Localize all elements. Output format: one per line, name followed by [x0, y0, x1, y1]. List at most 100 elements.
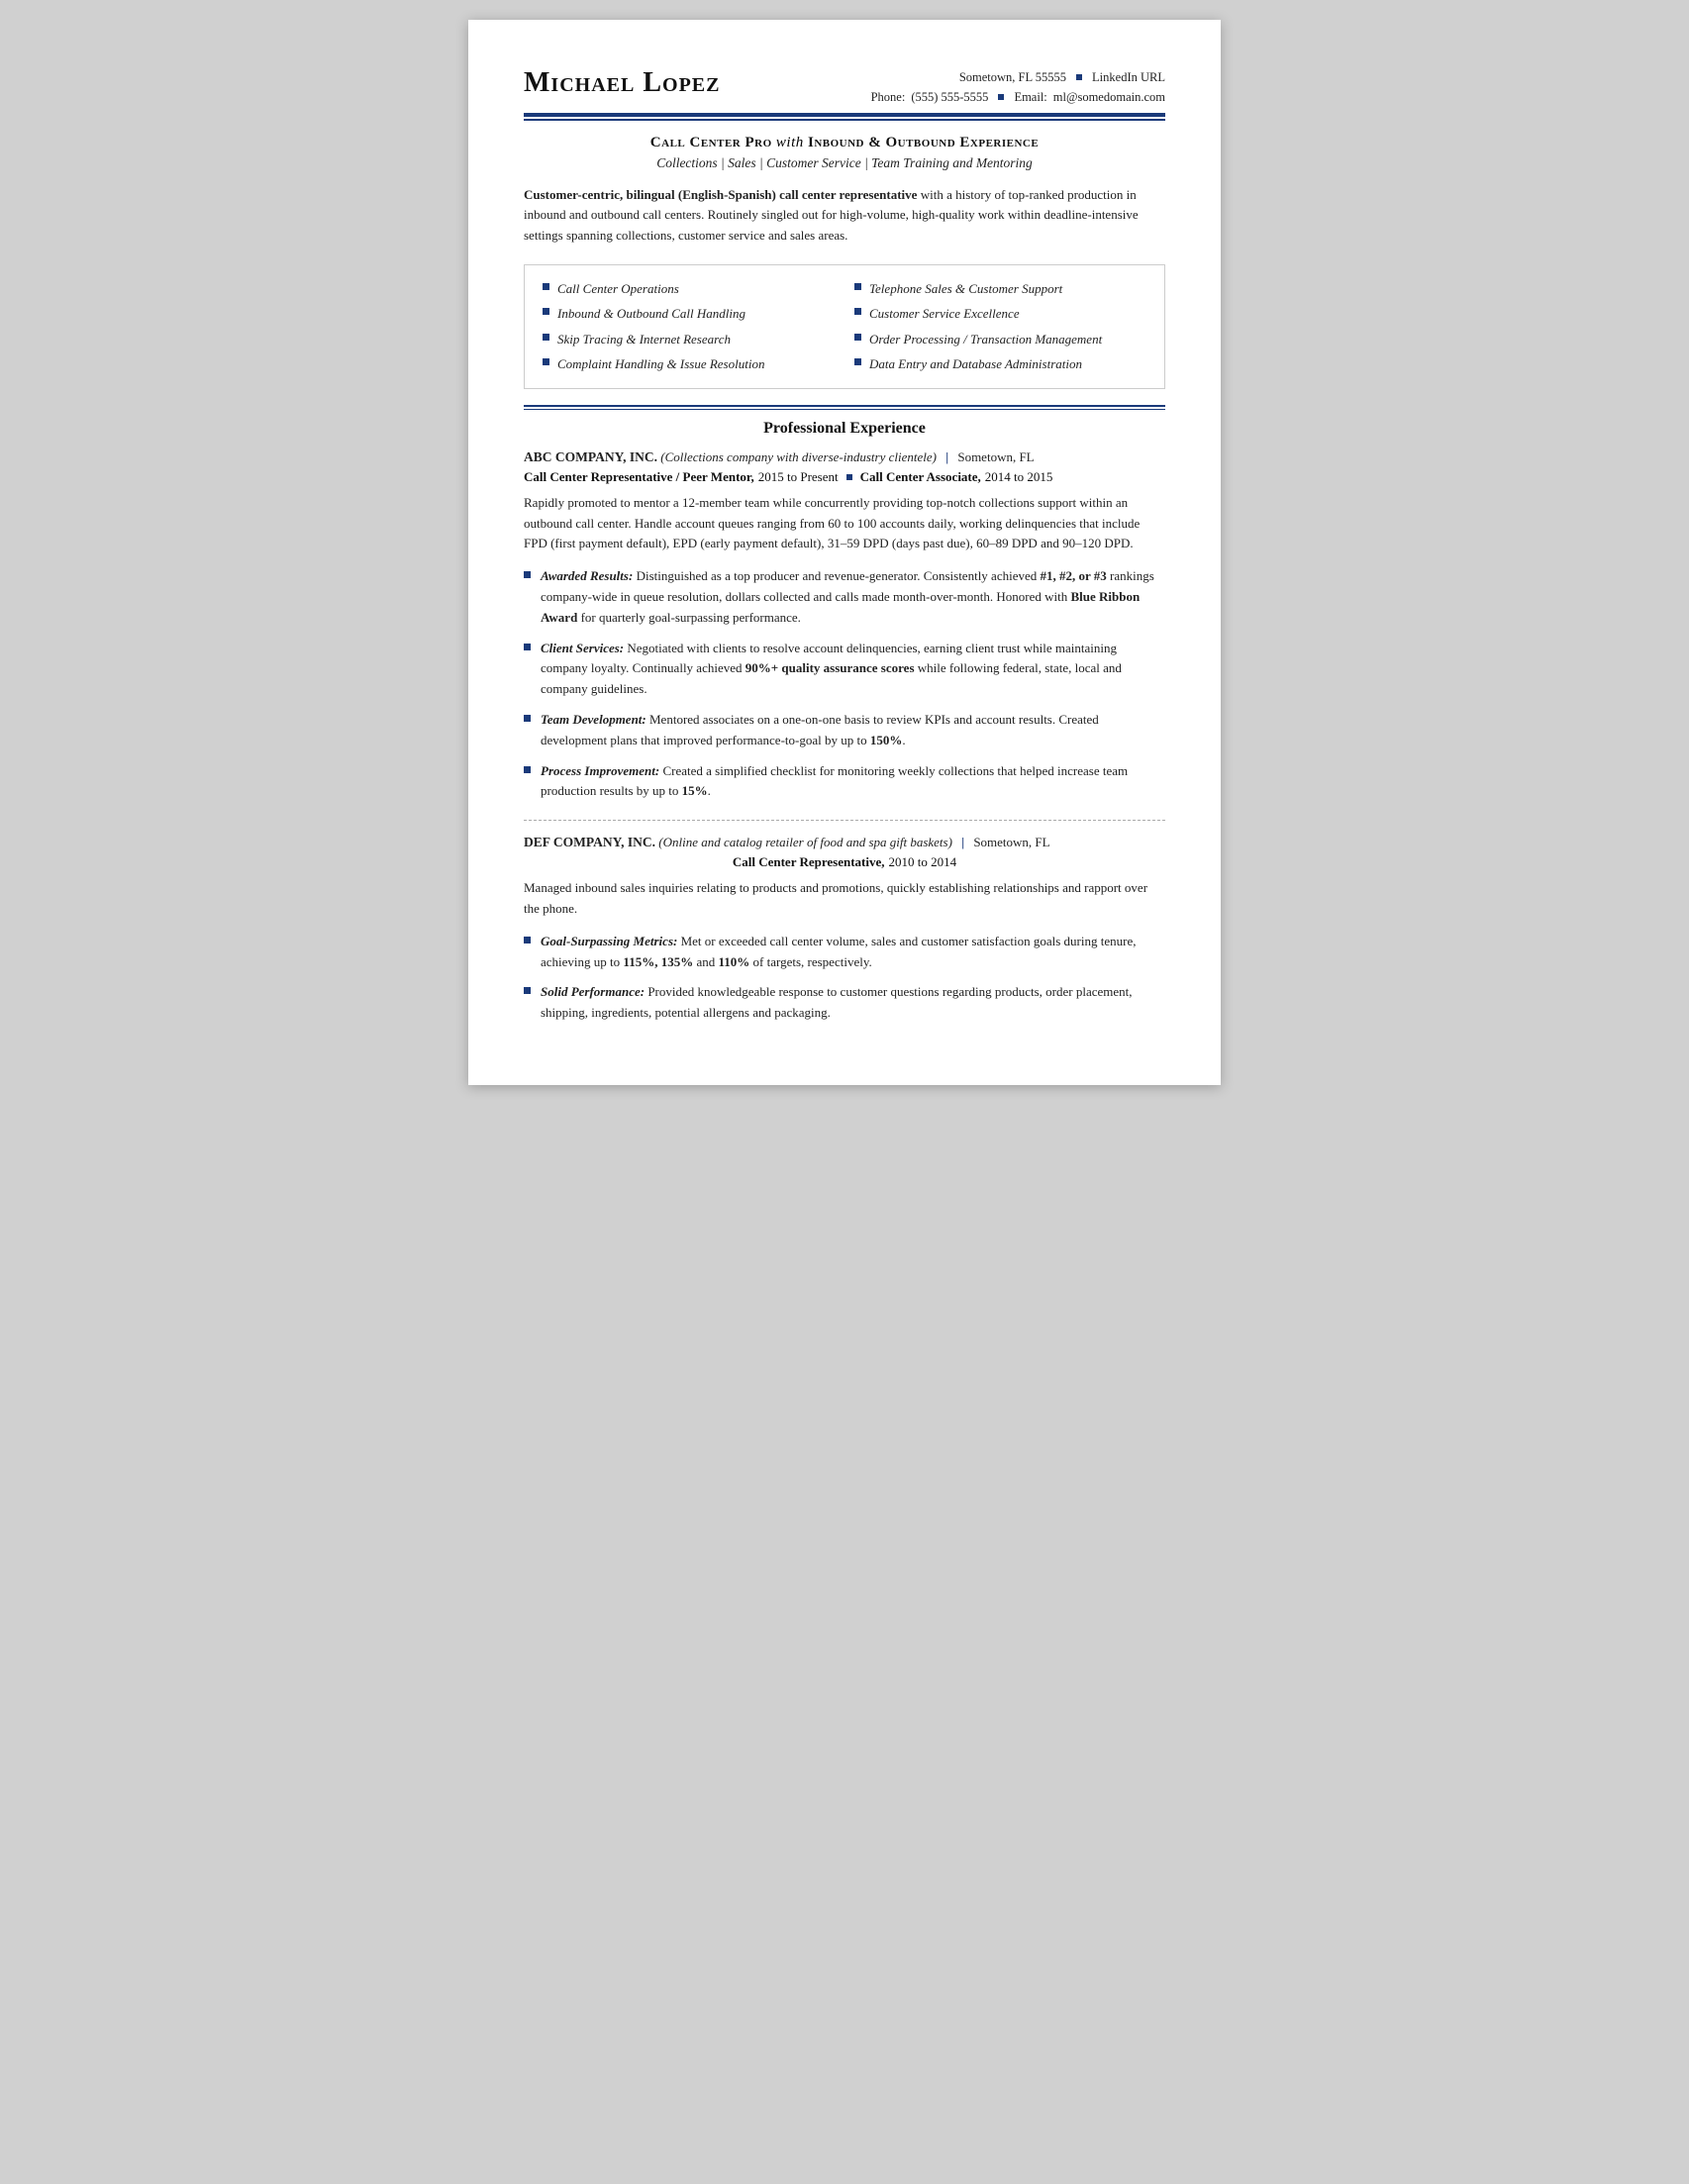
skill-text: Skip Tracing & Internet Research [557, 330, 731, 349]
name-block: Michael Lopez [524, 67, 720, 99]
company-desc: (Collections company with diverse-indust… [660, 449, 937, 464]
phone-label: Phone: [871, 87, 906, 107]
role-bullet [846, 474, 852, 480]
skill-bullet [543, 358, 549, 365]
company-name: DEF COMPANY, INC. [524, 835, 655, 849]
email-label: Email: [1014, 87, 1046, 107]
bullet-label: Client Services: [541, 641, 624, 655]
skill-item: Order Processing / Transaction Managemen… [854, 330, 1146, 349]
bullet-item: Process Improvement: Created a simplifie… [524, 761, 1165, 803]
company-body-text: Managed inbound sales inquiries relating… [524, 878, 1165, 920]
bullet-bold-mid: #1, #2, or #3 [1041, 568, 1107, 583]
contact-line-1: Sometown, FL 55555 LinkedIn URL [871, 67, 1165, 87]
resume-page: Michael Lopez Sometown, FL 55555 LinkedI… [468, 20, 1221, 1085]
experience-section-title: Professional Experience [524, 420, 1165, 438]
bullet-bold-mid: 15% [682, 783, 708, 798]
bullet-item: Team Development: Mentored associates on… [524, 710, 1165, 751]
divider-thin [524, 119, 1165, 121]
bullet-content: Team Development: Mentored associates on… [541, 710, 1165, 751]
list-bullet [524, 766, 531, 773]
bullet-content: Goal-Surpassing Metrics: Met or exceeded… [541, 932, 1165, 973]
skill-text: Data Entry and Database Administration [869, 354, 1082, 374]
skill-item: Data Entry and Database Administration [854, 354, 1146, 374]
title-with: with [776, 135, 804, 150]
company-name: ABC COMPANY, INC. [524, 449, 657, 464]
skill-bullet [543, 283, 549, 290]
bullet-content: Solid Performance: Provided knowledgeabl… [541, 982, 1165, 1024]
role-title: Call Center Representative, [733, 854, 885, 870]
title-line: Call Center Pro with Inbound & Outbound … [524, 135, 1165, 151]
skill-text: Call Center Operations [557, 279, 679, 299]
summary-section: Customer-centric, bilingual (English-Spa… [524, 185, 1165, 247]
candidate-name: Michael Lopez [524, 67, 720, 99]
section-divider-top [524, 405, 1165, 407]
skill-bullet [543, 308, 549, 315]
skills-box: Call Center Operations Telephone Sales & … [524, 264, 1165, 389]
email-address: ml@somedomain.com [1053, 87, 1165, 107]
skill-bullet [854, 283, 861, 290]
list-bullet [524, 715, 531, 722]
list-bullet [524, 987, 531, 994]
role-line: Call Center Representative / Peer Mentor… [524, 469, 1165, 485]
bullet-bold-end: Blue Ribbon Award [541, 589, 1140, 625]
bullet-item: Awarded Results: Distinguished as a top … [524, 566, 1165, 628]
skill-text: Telephone Sales & Customer Support [869, 279, 1062, 299]
company-location: Sometown, FL [957, 449, 1034, 464]
bullet-bold-mid: 90%+ quality assurance scores [745, 660, 915, 675]
list-bullet [524, 644, 531, 650]
list-bullet [524, 937, 531, 943]
skill-item: Skip Tracing & Internet Research [543, 330, 835, 349]
skill-text: Order Processing / Transaction Managemen… [869, 330, 1102, 349]
bullet-label: Goal-Surpassing Metrics: [541, 934, 677, 948]
bullet-label: Solid Performance: [541, 984, 645, 999]
bullet-list: Goal-Surpassing Metrics: Met or exceeded… [524, 932, 1165, 1024]
skill-bullet [854, 308, 861, 315]
company-separator [524, 820, 1165, 821]
bullet-label: Team Development: [541, 712, 646, 727]
location-text: Sometown, FL 55555 [959, 67, 1066, 87]
skill-item: Complaint Handling & Issue Resolution [543, 354, 835, 374]
bullet-bold-mid: 115%, 135% [623, 954, 693, 969]
role-line: Call Center Representative, 2010 to 2014 [524, 854, 1165, 870]
skill-item: Inbound & Outbound Call Handling [543, 304, 835, 324]
header-section: Michael Lopez Sometown, FL 55555 LinkedI… [524, 67, 1165, 107]
section-divider-bottom [524, 409, 1165, 410]
bullet-sq-2 [998, 94, 1004, 100]
skill-bullet [543, 334, 549, 341]
contact-line-2: Phone: (555) 555-5555 Email: ml@somedoma… [871, 87, 1165, 107]
skill-text: Customer Service Excellence [869, 304, 1020, 324]
bullet-content: Client Services: Negotiated with clients… [541, 639, 1165, 700]
bullet-bold-mid: 150% [870, 733, 903, 747]
role-dates: 2010 to 2014 [889, 854, 957, 870]
bullet-content: Process Improvement: Created a simplifie… [541, 761, 1165, 803]
bullet-item: Client Services: Negotiated with clients… [524, 639, 1165, 700]
bullet-label: Process Improvement: [541, 763, 659, 778]
contact-block: Sometown, FL 55555 LinkedIn URL Phone: (… [871, 67, 1165, 107]
skill-text: Complaint Handling & Issue Resolution [557, 354, 764, 374]
divider-top [524, 113, 1165, 117]
title-sc: Call Center Pro [650, 135, 772, 150]
company-line: DEF COMPANY, INC. (Online and catalog re… [524, 835, 1165, 850]
skill-bullet [854, 334, 861, 341]
phone-number: (555) 555-5555 [911, 87, 988, 107]
summary-bold: Customer-centric, bilingual (English-Spa… [524, 187, 917, 202]
company-location: Sometown, FL [973, 835, 1049, 849]
title-sc2: Inbound & Outbound Experience [808, 135, 1039, 150]
bullet-content: Awarded Results: Distinguished as a top … [541, 566, 1165, 628]
company-desc: (Online and catalog retailer of food and… [658, 835, 952, 849]
skill-item: Call Center Operations [543, 279, 835, 299]
role-secondary-title: Call Center Associate, [860, 469, 981, 485]
bullet-item: Goal-Surpassing Metrics: Met or exceeded… [524, 932, 1165, 973]
skill-text: Inbound & Outbound Call Handling [557, 304, 745, 324]
role-secondary-dates: 2014 to 2015 [985, 469, 1053, 485]
bullet-bold-end: 110% [718, 954, 749, 969]
skill-item: Customer Service Excellence [854, 304, 1146, 324]
companies-container: ABC COMPANY, INC. (Collections company w… [524, 449, 1165, 1024]
role-dates: 2015 to Present [758, 469, 839, 485]
linkedin-text: LinkedIn URL [1092, 67, 1165, 87]
bullet-item: Solid Performance: Provided knowledgeabl… [524, 982, 1165, 1024]
role-title: Call Center Representative / Peer Mentor… [524, 469, 754, 485]
company-body-text: Rapidly promoted to mentor a 12-member t… [524, 493, 1165, 554]
bullet-label: Awarded Results: [541, 568, 633, 583]
skill-item: Telephone Sales & Customer Support [854, 279, 1146, 299]
